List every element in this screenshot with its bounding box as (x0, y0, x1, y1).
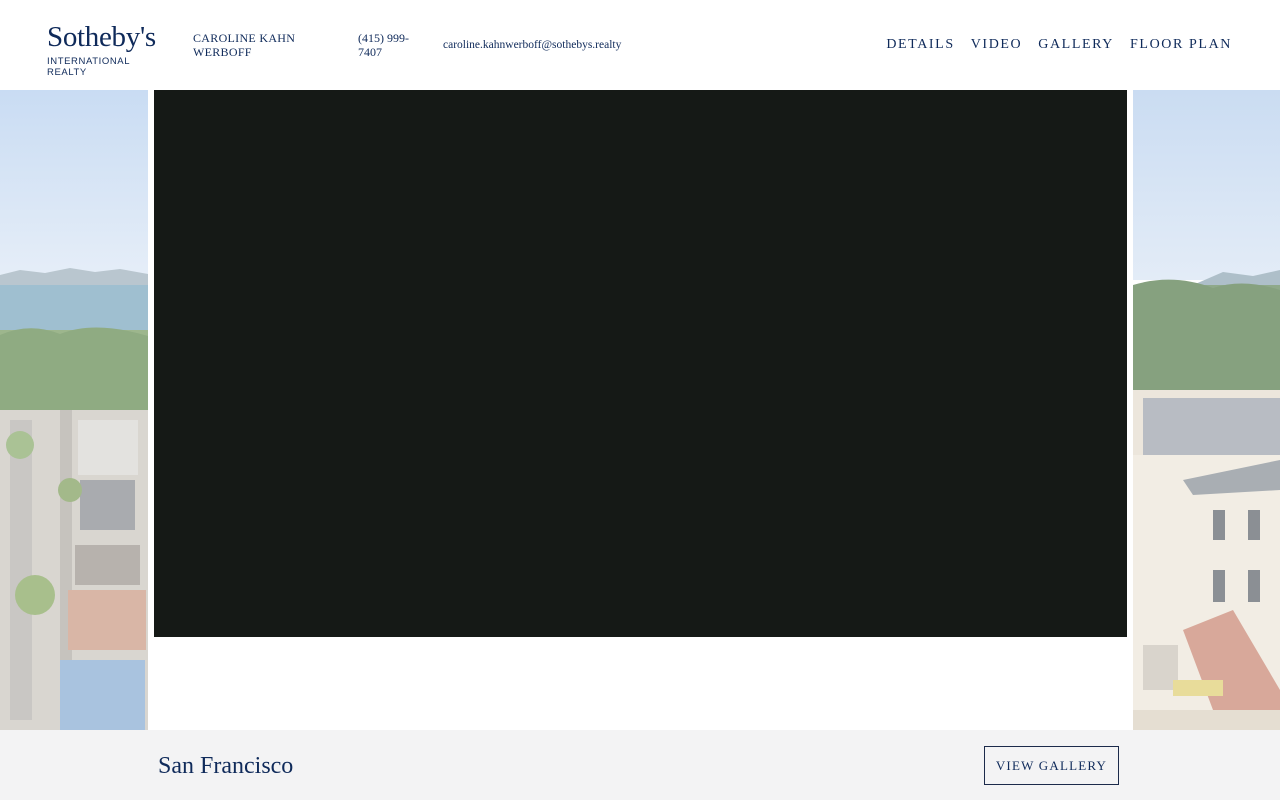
aerial-city-bay-photo (0, 90, 148, 730)
main-nav: DETAILS VIDEO GALLERY FLOOR PLAN (886, 37, 1232, 53)
logo-wordmark: Sotheby's (47, 21, 156, 53)
logo-subtitle: INTERNATIONAL REALTY (47, 56, 130, 78)
agent-email-link[interactable]: caroline.kahnwerboff@sothebys.realty (443, 38, 621, 52)
agent-name: CAROLINE KAHN WERBOFF (193, 31, 296, 59)
listing-footer-bar: San Francisco VIEW GALLERY (0, 730, 1280, 800)
property-video[interactable] (154, 90, 1127, 637)
nav-floor-plan[interactable]: FLOOR PLAN (1130, 37, 1232, 53)
nav-video[interactable]: VIDEO (971, 37, 1023, 53)
video-spacer (148, 637, 1133, 730)
site-header: Sotheby's INTERNATIONAL REALTY CAROLINE … (0, 0, 1280, 90)
nav-gallery[interactable]: GALLERY (1038, 37, 1114, 53)
nav-details[interactable]: DETAILS (886, 37, 954, 53)
victorian-mansion-photo (1133, 90, 1280, 730)
listing-city: San Francisco (158, 753, 294, 779)
view-gallery-button[interactable]: VIEW GALLERY (984, 746, 1119, 785)
sothebys-logo[interactable]: Sotheby's INTERNATIONAL REALTY (47, 22, 167, 78)
agent-phone-link[interactable]: (415) 999-7407 (358, 31, 418, 59)
